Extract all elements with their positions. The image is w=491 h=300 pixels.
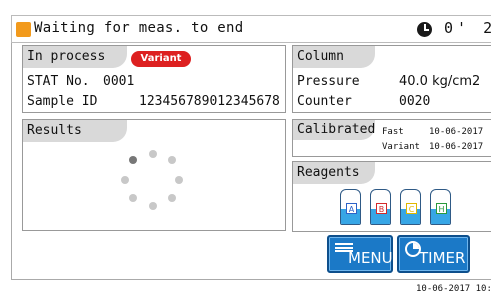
- status-header: Waiting for meas. to end 0' 24: [11, 15, 491, 43]
- variant-badge: Variant: [131, 51, 191, 67]
- variant-calib-label: Variant: [382, 142, 420, 152]
- sample-id-value: 123456789012345678: [139, 94, 280, 109]
- calibrated-panel: Calibrated Fast 10-06-2017 Variant 10-06…: [292, 119, 491, 157]
- pressure-value: 40.0 kg/cm2: [399, 74, 481, 89]
- counter-label: Counter: [297, 94, 352, 109]
- spinner-dot: [168, 194, 176, 202]
- pressure-label: Pressure: [297, 74, 360, 89]
- clock-icon: [417, 22, 432, 37]
- menu-button[interactable]: MENU: [327, 235, 393, 273]
- results-tab: Results: [23, 120, 127, 142]
- footer-divider: [11, 279, 491, 280]
- results-panel: Results: [22, 119, 286, 231]
- analyzer-screen: Waiting for meas. to end 0' 24 In proces…: [0, 0, 491, 300]
- spinner-dot: [149, 202, 157, 210]
- spinner-dot: [121, 176, 129, 184]
- spinner-dot: [149, 150, 157, 158]
- spinner-dot: [175, 176, 183, 184]
- reagent-bottle-c[interactable]: C: [400, 189, 421, 225]
- reagent-label-b: B: [376, 203, 387, 214]
- fast-label: Fast: [382, 127, 404, 137]
- counter-value: 0020: [399, 94, 431, 109]
- left-border: [11, 43, 12, 280]
- menu-button-label: MENU: [348, 249, 393, 267]
- stat-value: 0001: [103, 74, 135, 89]
- reagent-label-a: A: [346, 203, 357, 214]
- reagent-label-h: H: [436, 203, 447, 214]
- column-panel: Column Pressure 40.0 kg/cm2 Counter 0020: [292, 45, 491, 113]
- status-indicator-icon: [16, 22, 31, 37]
- fast-date: 10-06-2017: [429, 127, 484, 137]
- column-tab: Column: [293, 46, 375, 68]
- remaining-time: 0' 24: [444, 19, 491, 37]
- sample-id-label: Sample ID: [27, 94, 98, 109]
- status-title: Waiting for meas. to end: [34, 20, 244, 36]
- timer-button[interactable]: TIMER: [397, 235, 470, 273]
- reagents-panel: Reagents: [292, 161, 491, 232]
- spinner-dot: [129, 194, 137, 202]
- calibrated-tab: Calibrated: [293, 120, 375, 140]
- spinner-dot: [168, 156, 176, 164]
- timer-button-label: TIMER: [419, 249, 466, 267]
- reagent-label-c: C: [406, 203, 417, 214]
- variant-calib-date: 10-06-2017: [429, 142, 484, 152]
- reagent-bottle-b[interactable]: B: [370, 189, 391, 225]
- reagent-bottle-h[interactable]: H: [430, 189, 451, 225]
- stat-label: STAT No.: [27, 74, 90, 89]
- reagents-tab: Reagents: [293, 162, 375, 184]
- in-process-panel: In process Variant STAT No. 0001 Sample …: [22, 45, 286, 113]
- reagent-bottle-a[interactable]: A: [340, 189, 361, 225]
- spinner-dot: [129, 156, 137, 164]
- in-process-tab: In process: [23, 46, 127, 68]
- variant-badge-label: Variant: [140, 53, 182, 64]
- footer-datetime: 10-06-2017 10:0: [416, 284, 491, 294]
